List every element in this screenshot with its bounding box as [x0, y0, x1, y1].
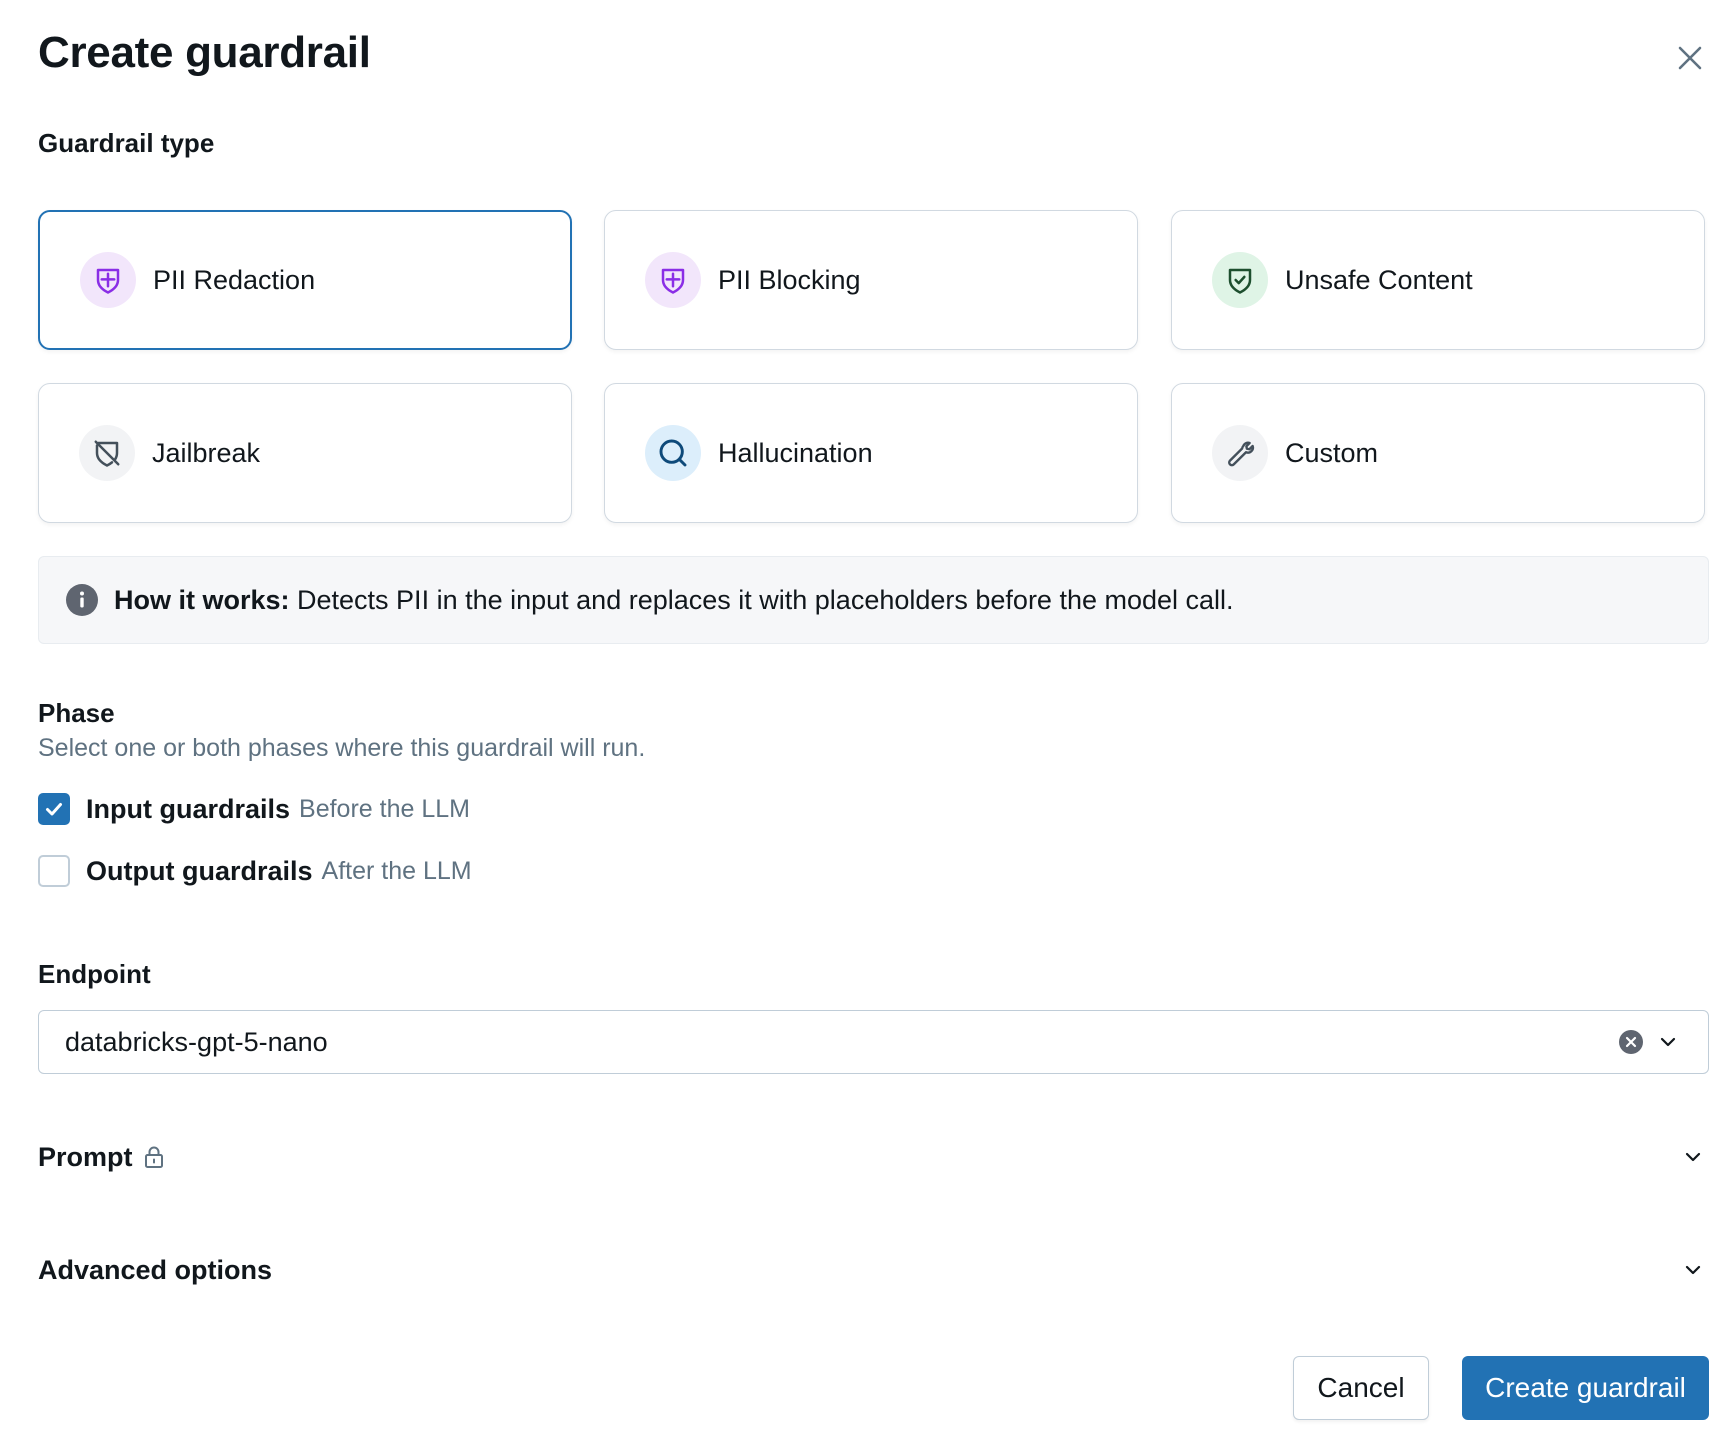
- type-card-label: PII Blocking: [718, 264, 861, 295]
- create-guardrail-button[interactable]: Create guardrail: [1462, 1356, 1709, 1420]
- type-card-custom[interactable]: Custom: [1171, 383, 1705, 523]
- search-icon: [645, 425, 701, 481]
- endpoint-select[interactable]: databricks-gpt-5-nano: [38, 1010, 1709, 1074]
- type-card-jailbreak[interactable]: Jailbreak: [38, 383, 572, 523]
- output-guardrails-sub: After the LLM: [321, 856, 472, 885]
- guardrail-type-label: Guardrail type: [38, 128, 215, 158]
- type-card-hallucination[interactable]: Hallucination: [604, 383, 1138, 523]
- info-icon: [66, 584, 98, 616]
- advanced-options-label: Advanced options: [38, 1254, 273, 1285]
- lock-icon: [144, 1146, 163, 1168]
- endpoint-value: databricks-gpt-5-nano: [65, 1026, 328, 1057]
- input-guardrails-checkbox[interactable]: [38, 793, 70, 825]
- advanced-options-toggle[interactable]: Advanced options: [38, 1245, 1709, 1295]
- close-button[interactable]: [1672, 40, 1708, 76]
- type-card-pii-blocking[interactable]: PII Blocking: [604, 210, 1138, 350]
- prompt-label: Prompt: [38, 1141, 133, 1172]
- type-card-label: Jailbreak: [152, 437, 261, 468]
- type-card-label: Hallucination: [718, 437, 873, 468]
- type-card-unsafe-content[interactable]: Unsafe Content: [1171, 210, 1705, 350]
- phase-label: Phase: [38, 698, 115, 728]
- chevron-down-icon: [1660, 1037, 1676, 1047]
- info-bold: How it works:: [114, 584, 290, 615]
- info-body: Detects PII in the input and replaces it…: [289, 584, 1234, 615]
- create-guardrail-dialog: Create guardrail Guardrail type PII Reda…: [0, 0, 1734, 1446]
- chevron-down-icon: [1685, 1265, 1701, 1275]
- shield-plus-icon: [80, 252, 136, 308]
- input-guardrails-sub: Before the LLM: [299, 794, 470, 823]
- input-guardrails-label: Input guardrails: [86, 793, 291, 824]
- type-card-label: Unsafe Content: [1285, 264, 1473, 295]
- output-guardrails-option[interactable]: Output guardrails After the LLM: [38, 855, 472, 887]
- chevron-down-icon: [1685, 1152, 1701, 1162]
- input-guardrails-option[interactable]: Input guardrails Before the LLM: [38, 793, 470, 825]
- output-guardrails-label: Output guardrails: [86, 855, 313, 886]
- cancel-button[interactable]: Cancel: [1293, 1356, 1429, 1420]
- output-guardrails-checkbox[interactable]: [38, 855, 70, 887]
- prompt-section-toggle[interactable]: Prompt: [38, 1132, 1709, 1182]
- how-it-works-info: How it works: Detects PII in the input a…: [38, 556, 1709, 644]
- clear-icon[interactable]: [1618, 1029, 1644, 1055]
- type-card-label: Custom: [1285, 437, 1379, 468]
- phase-hint: Select one or both phases where this gua…: [38, 734, 646, 762]
- info-text: How it works: Detects PII in the input a…: [114, 585, 1234, 616]
- type-card-pii-redaction[interactable]: PII Redaction: [38, 210, 572, 350]
- shield-off-icon: [79, 425, 135, 481]
- checkmark-icon: [46, 803, 62, 816]
- shield-plus-icon: [645, 252, 701, 308]
- wrench-icon: [1212, 425, 1268, 481]
- dialog-title: Create guardrail: [38, 28, 371, 77]
- type-card-label: PII Redaction: [153, 264, 316, 295]
- endpoint-label: Endpoint: [38, 959, 151, 989]
- shield-check-icon: [1212, 252, 1268, 308]
- close-icon: [1678, 46, 1702, 70]
